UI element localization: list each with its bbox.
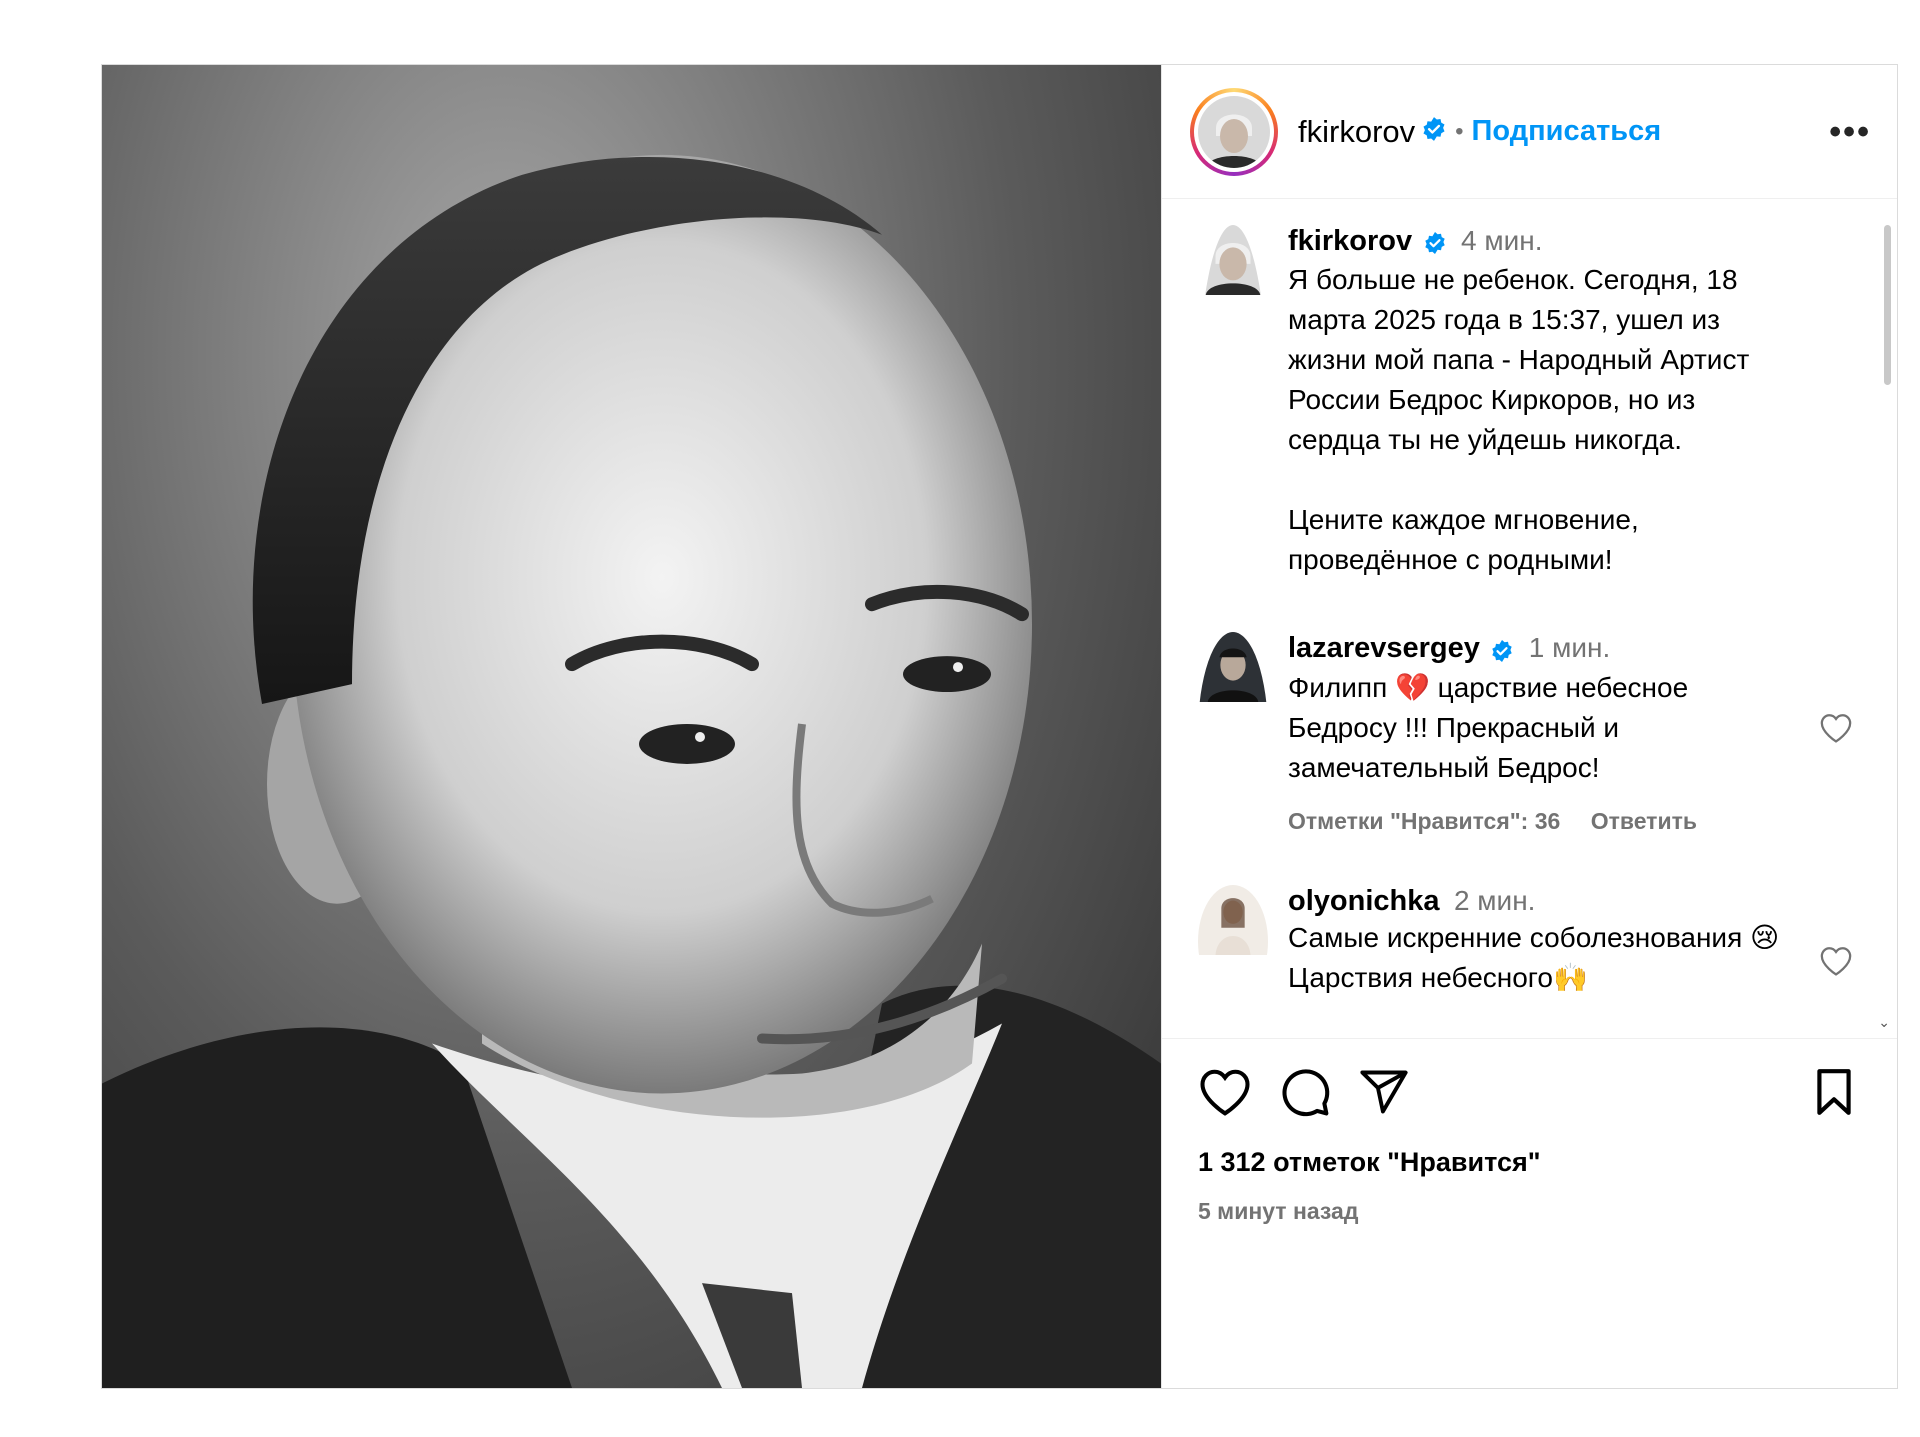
follow-button[interactable]: Подписаться <box>1472 115 1662 148</box>
comment-time: 1 мин. <box>1528 632 1611 664</box>
caption: fkirkorov 4 мин. Я больше не ребенок. Се… <box>1198 225 1857 580</box>
comments-area[interactable]: ⌄ fkirkorov 4 мин. Я больше не ребенок. … <box>1162 199 1897 1038</box>
caption-paragraph-2: Цените каждое мгновение, проведённое с р… <box>1288 504 1639 576</box>
comment-avatar[interactable] <box>1198 632 1268 834</box>
comment-likes-count[interactable]: Отметки "Нравится": 36 <box>1288 808 1560 834</box>
verified-badge-icon <box>1490 639 1514 668</box>
post-header: fkirkorov • Подписаться ••• <box>1162 65 1897 199</box>
comment-text: Филипп 💔 царствие небесное Бедросу !!! П… <box>1288 671 1689 783</box>
caption-time: 4 мин. <box>1461 225 1543 256</box>
comment-username[interactable]: lazarevsergey <box>1288 632 1480 664</box>
separator-dot: • <box>1455 117 1464 145</box>
comment-item: olyonichka 2 мин. Самые искренние соболе… <box>1198 884 1857 998</box>
post-photo[interactable] <box>102 65 1161 1388</box>
portrait-image <box>102 154 1161 1388</box>
header-username[interactable]: fkirkorov <box>1298 114 1415 150</box>
comment-username[interactable]: olyonichka <box>1288 885 1440 917</box>
heart-icon[interactable] <box>1819 945 1853 982</box>
heart-icon[interactable] <box>1819 712 1853 749</box>
comment-text: Самые искренние соболезнования 😢 Царстви… <box>1288 921 1780 993</box>
verified-badge-icon <box>1423 231 1447 260</box>
instagram-post: fkirkorov • Подписаться ••• ⌄ fkirkorov … <box>101 64 1898 1389</box>
caption-paragraph-1: Я больше не ребенок. Сегодня, 18 марта 2… <box>1288 264 1750 456</box>
comment-item: lazarevsergey 1 мин. Филипп 💔 царствие н… <box>1198 632 1857 834</box>
caption-username[interactable]: fkirkorov <box>1288 225 1412 257</box>
share-icon[interactable] <box>1358 1066 1410 1118</box>
avatar[interactable] <box>1198 95 1270 168</box>
likes-count[interactable]: 1 312 отметок "Нравится" <box>1198 1147 1857 1178</box>
scrollbar-thumb[interactable] <box>1884 225 1891 385</box>
more-options-icon[interactable]: ••• <box>1829 115 1871 149</box>
comment-time: 2 мин. <box>1453 884 1536 916</box>
verified-badge-icon <box>1421 116 1447 147</box>
scroll-down-icon[interactable]: ⌄ <box>1878 1014 1890 1031</box>
bookmark-icon[interactable] <box>1811 1067 1857 1117</box>
heart-icon[interactable] <box>1198 1067 1252 1117</box>
caption-avatar[interactable] <box>1198 225 1268 580</box>
post-actions: 1 312 отметок "Нравится" 5 минут назад <box>1162 1038 1897 1388</box>
comment-avatar[interactable] <box>1198 884 1268 998</box>
post-side-panel: fkirkorov • Подписаться ••• ⌄ fkirkorov … <box>1161 65 1897 1388</box>
story-ring[interactable] <box>1190 87 1278 176</box>
post-timestamp[interactable]: 5 минут назад <box>1198 1198 1857 1225</box>
comment-icon[interactable] <box>1278 1065 1332 1119</box>
scrollbar[interactable] <box>1883 213 1891 1038</box>
reply-button[interactable]: Ответить <box>1591 808 1697 834</box>
